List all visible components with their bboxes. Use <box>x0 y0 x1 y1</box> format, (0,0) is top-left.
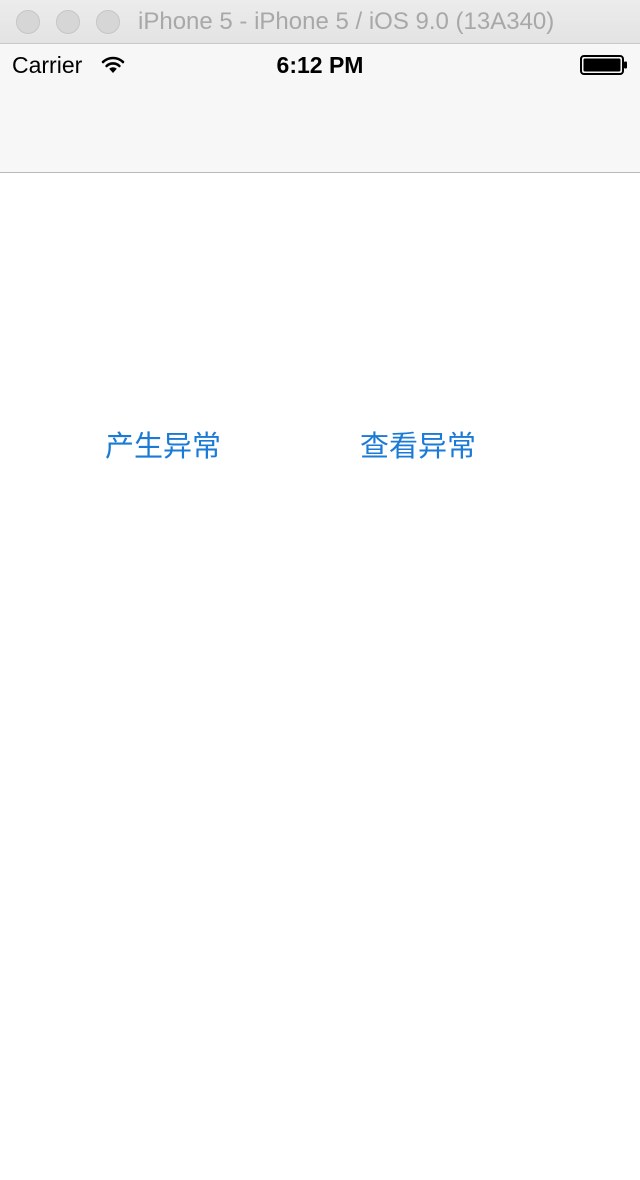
battery-icon <box>580 55 627 75</box>
navigation-bar: Carrier 6:12 PM <box>0 44 640 173</box>
close-window-button[interactable] <box>16 10 40 34</box>
minimize-window-button[interactable] <box>56 10 80 34</box>
simulator-title-bar: iPhone 5 - iPhone 5 / iOS 9.0 (13A340) <box>0 0 640 44</box>
produce-exception-button[interactable]: 产生异常 <box>105 426 221 466</box>
window-title: iPhone 5 - iPhone 5 / iOS 9.0 (13A340) <box>138 8 555 35</box>
status-time: 6:12 PM <box>276 52 364 78</box>
zoom-window-button[interactable] <box>96 10 120 34</box>
view-exception-button[interactable]: 查看异常 <box>360 426 476 466</box>
main-content: 产生异常 查看异常 <box>0 173 640 1180</box>
